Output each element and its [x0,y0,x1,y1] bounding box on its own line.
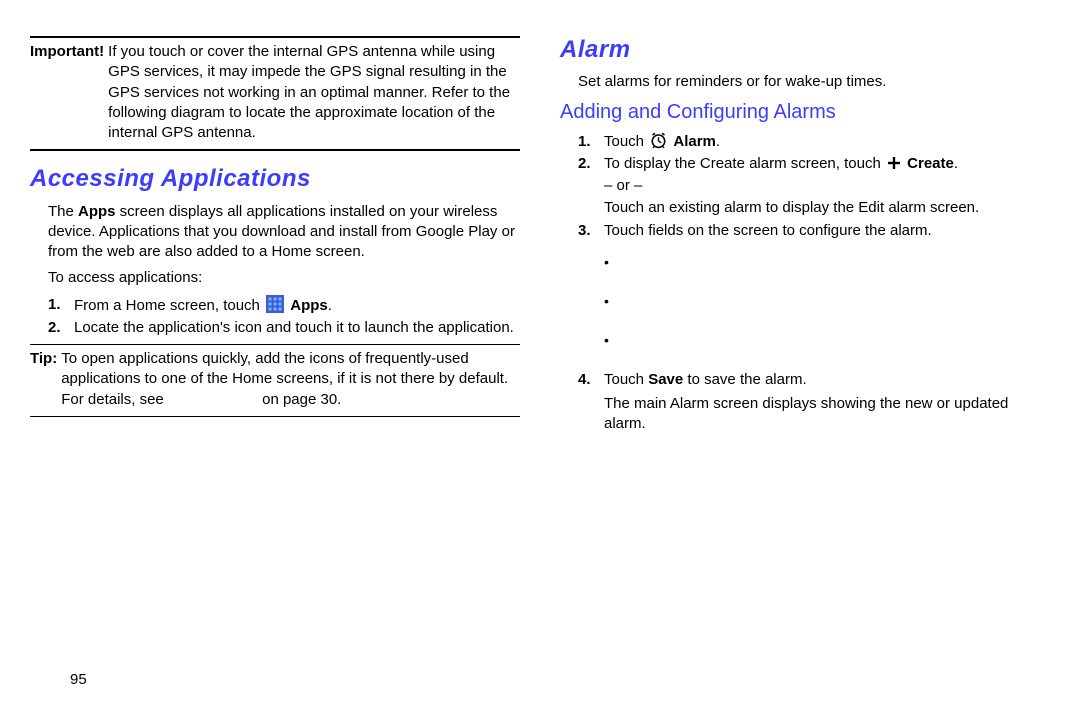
text: To display the Create alarm screen, touc… [604,155,885,172]
step4-second: The main Alarm screen displays showing t… [604,394,1050,435]
step-body: From a Home screen, touch Apps. [74,295,520,316]
divider [30,344,520,345]
important-note: Important! If you touch or cover the int… [30,42,520,143]
alarm-steps-list-2: 4. Touch Save to save the alarm. The mai… [560,370,1050,435]
apps-intro-paragraph: The Apps screen displays all application… [30,202,520,263]
apps-bold: Apps [78,203,116,220]
bullet-dot-icon: • [604,253,630,272]
step-number: 4. [578,370,604,435]
bullet-item: • [604,331,1050,350]
alarm-clock-icon [650,132,667,149]
step-body: To display the Create alarm screen, touc… [604,154,1050,219]
section-heading-accessing-applications: Accessing Applications [30,163,520,195]
access-label: To access applications: [30,268,520,288]
create-bold: Create [907,155,954,172]
access-steps-list: 1. From a Home screen, touch [30,295,520,339]
manual-page: Important! If you touch or cover the int… [0,0,1080,450]
apps-grid-icon [266,295,284,313]
tip-note: Tip: To open applications quickly, add t… [30,349,520,410]
step-item: 1. Touch Alarm. [578,132,1050,152]
apps-bold: Apps [290,297,328,314]
text: . [328,297,332,314]
step-number: 2. [48,318,74,338]
text: . [716,133,720,150]
divider [30,149,520,151]
divider [30,36,520,38]
tip-label: Tip: [30,349,57,410]
text: From a Home screen, touch [74,297,264,314]
important-text: If you touch or cover the internal GPS a… [108,42,520,143]
step-body: Touch fields on the screen to configure … [604,221,1050,241]
bullet-dot-icon: • [604,292,630,311]
text: Touch [604,133,648,150]
tip-text: To open applications quickly, add the ic… [61,349,520,410]
bullet-item: • [604,292,1050,311]
step-item: 1. From a Home screen, touch [48,295,520,316]
step-number: 1. [48,295,74,316]
step-item: 3. Touch fields on the screen to configu… [578,221,1050,241]
empty-bullets: • • • [560,253,1050,350]
text: to save the alarm. [683,371,806,388]
alarm-intro: Set alarms for reminders or for wake-up … [560,72,1050,92]
save-bold: Save [648,371,683,388]
important-label: Important! [30,42,104,143]
step-item: 2. Locate the application's icon and tou… [48,318,520,338]
text: . [954,155,958,172]
step-number: 2. [578,154,604,219]
text: Touch [604,371,648,388]
section-heading-alarm: Alarm [560,34,1050,66]
or-divider: – or – [604,176,1050,196]
left-column: Important! If you touch or cover the int… [30,30,520,440]
step-item: 4. Touch Save to save the alarm. The mai… [578,370,1050,435]
text: on page 30. [262,391,341,408]
alarm-bold: Alarm [673,133,716,150]
right-column: Alarm Set alarms for reminders or for wa… [560,30,1050,440]
step-number: 3. [578,221,604,241]
bullet-item: • [604,253,1050,272]
step-body: Touch Save to save the alarm. The main A… [604,370,1050,435]
step-item: 2. To display the Create alarm screen, t… [578,154,1050,219]
text: The [48,203,78,220]
subsection-heading-adding-alarms: Adding and Configuring Alarms [560,99,1050,126]
page-number: 95 [70,670,87,690]
plus-icon [887,156,901,170]
bullet-dot-icon: • [604,331,630,350]
step-number: 1. [578,132,604,152]
step-body: Touch Alarm. [604,132,1050,152]
step2-alt: Touch an existing alarm to display the E… [604,198,1050,218]
text: screen displays all applications install… [48,203,515,261]
alarm-steps-list: 1. Touch Alarm. [560,132,1050,241]
divider [30,416,520,417]
step-body: Locate the application's icon and touch … [74,318,520,338]
